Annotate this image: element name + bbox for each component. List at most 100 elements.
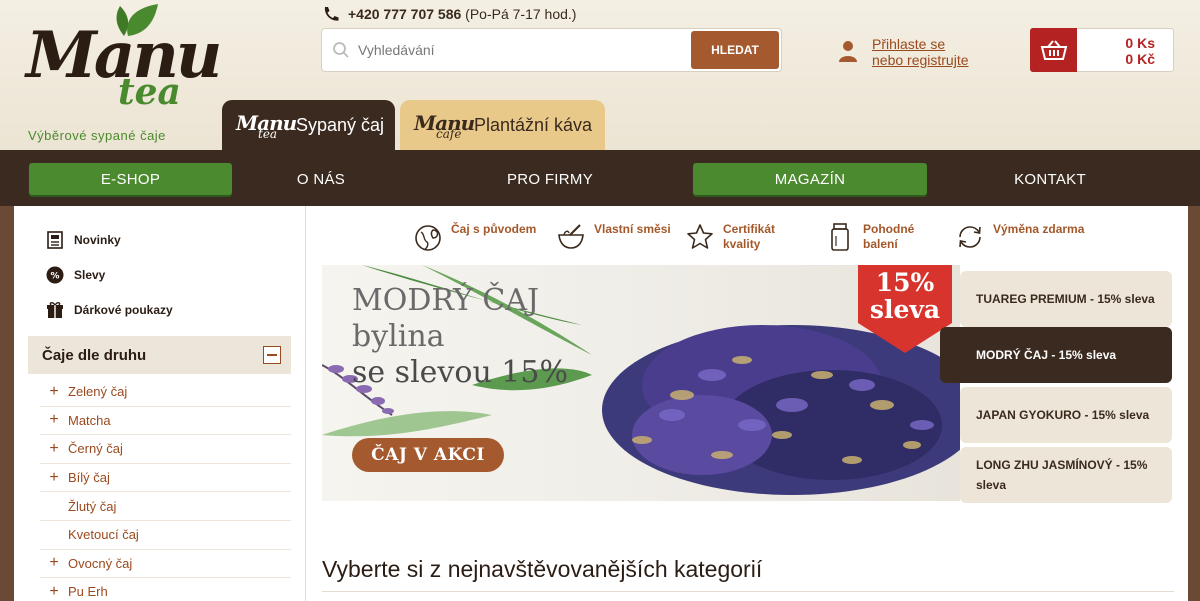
plus-icon[interactable]: + (46, 383, 62, 400)
tab-sypany-caj[interactable]: Manu tea Sypaný čaj (222, 100, 395, 150)
section-divider (322, 591, 1174, 592)
collapse-icon[interactable] (263, 346, 281, 364)
category-item-matcha[interactable]: + Matcha (40, 407, 291, 436)
section-title: Vyberte si z nejnavštěvovanějších katego… (322, 556, 763, 582)
logo-tagline: Výběrové sypané čaje (28, 128, 166, 143)
feature-label: Čaj s původem (451, 222, 537, 236)
quick-link-label: Dárkové poukazy (74, 303, 173, 317)
tab-logo-sub: cafe (436, 127, 462, 141)
category-label: Bílý čaj (68, 470, 110, 486)
category-list: + Zelený čaj + Matcha + Černý čaj + Bílý čaj… (40, 378, 291, 601)
cart-icon-box (1030, 28, 1077, 72)
feature-vlastni-smesi: Vlastní směsi (556, 222, 671, 252)
banner-title: MODRÝ ČAJ bylina se slevou 15% (352, 283, 568, 391)
tab-label: Sypaný čaj (296, 114, 385, 135)
exchange-icon (959, 226, 981, 248)
phone-contact: +420 777 707 586 (Po-Pá 7-17 hod.) (322, 6, 576, 22)
search-box: HLEDAT (321, 28, 782, 72)
plus-icon[interactable]: + (46, 440, 62, 457)
feature-vymena-zdarma: Výměna zdarma (955, 222, 1084, 252)
category-item-zluty[interactable]: Žlutý čaj (40, 492, 291, 521)
slider-tab-modry-caj[interactable]: MODRÝ ČAJ - 15% sleva (940, 327, 1172, 383)
banner-cta-button[interactable]: ČAJ V AKCI (352, 438, 504, 472)
quick-link-novinky[interactable]: Novinky (46, 231, 121, 249)
feature-pohodne-baleni: Pohodné balení (825, 222, 914, 252)
site-logo[interactable]: Manu tea Výběrové sypané čaje (22, 2, 222, 144)
category-item-ovocny[interactable]: + Ovocný čaj (40, 550, 291, 579)
plus-icon[interactable]: + (46, 469, 62, 486)
badge-line2: sleva (869, 295, 941, 324)
tab-plantazni-kava[interactable]: Manu cafe Plantážní káva (400, 100, 605, 150)
badge-line1: 15% (875, 268, 935, 297)
plus-icon[interactable]: + (46, 555, 62, 571)
newspaper-icon (46, 231, 64, 249)
feature-certifikat-kvality: Certifikát kvality (685, 222, 775, 252)
phone-hours: (Po-Pá 7-17 hod.) (465, 6, 577, 22)
banner-title-line1: MODRÝ ČAJ (352, 283, 540, 318)
category-header[interactable]: Čaje dle druhu (28, 336, 291, 374)
discount-icon: % (46, 266, 64, 284)
category-item-kvetouci[interactable]: Kvetoucí čaj (40, 521, 291, 550)
background-left (0, 206, 14, 601)
category-label: Černý čaj (68, 441, 123, 457)
banner-title-line3: se slevou 15% (352, 355, 568, 390)
phone-icon (324, 7, 339, 21)
star-icon (687, 224, 713, 249)
category-item-cerny[interactable]: + Černý čaj (40, 435, 291, 464)
slider-tab-japan-gyokuro[interactable]: JAPAN GYOKURO - 15% sleva (960, 387, 1172, 443)
quick-link-label: Novinky (74, 233, 121, 247)
tab-logo-tea: Manu tea (232, 103, 297, 147)
login-link[interactable]: Přihlaste se (872, 36, 969, 52)
banner-title-line2: bylina (352, 319, 445, 354)
plus-icon[interactable]: + (46, 583, 62, 600)
tab-label: Plantážní káva (474, 114, 593, 135)
register-link[interactable]: nebo registrujte (872, 52, 969, 68)
nav-kontakt[interactable]: KONTAKT (960, 163, 1140, 195)
search-button[interactable]: HLEDAT (691, 31, 779, 69)
feature-label: Výměna zdarma (993, 222, 1085, 236)
category-label: Ovocný čaj (68, 555, 133, 571)
main-nav: E-SHOP O NÁS PRO FIRMY MAGAZÍN KONTAKT (0, 150, 1200, 206)
tab-logo-sub: tea (258, 127, 278, 141)
nav-o-nas[interactable]: O NÁS (241, 163, 401, 195)
feature-label: Vlastní směsi (594, 222, 671, 236)
slider-tabs: TUAREG PREMIUM - 15% sleva MODRÝ ČAJ - 1… (940, 265, 1174, 503)
category-label: Kvetoucí čaj (68, 527, 139, 543)
slider-tab-tuareg[interactable]: TUAREG PREMIUM - 15% sleva (960, 271, 1172, 327)
quick-link-darkove-poukazy[interactable]: Dárkové poukazy (46, 301, 173, 319)
promo-banner[interactable]: MODRÝ ČAJ bylina se slevou 15% ČAJ V AKC… (322, 265, 960, 501)
user-icon (839, 41, 857, 62)
feature-caj-s-puvodem: Čaj s původem (413, 222, 536, 252)
cart-quantity: 0 Ks (1125, 35, 1155, 51)
category-label: Zelený čaj (68, 384, 128, 400)
discount-badge-text: 15% sleva (858, 269, 952, 323)
category-label: Žlutý čaj (68, 498, 117, 514)
nav-eshop[interactable]: E-SHOP (29, 163, 232, 195)
mortar-icon (558, 224, 584, 249)
nav-pro-firmy[interactable]: PRO FIRMY (460, 163, 640, 195)
search-icon (333, 42, 349, 58)
category-item-bily[interactable]: + Bílý čaj (40, 464, 291, 493)
phone-number: +420 777 707 586 (348, 6, 462, 22)
cart-total: 0 Kč (1125, 51, 1155, 67)
logo-sub-text: tea (118, 71, 181, 113)
feature-label-2: balení (863, 237, 898, 251)
feature-label: Certifikát (723, 222, 776, 236)
tab-logo-cafe: Manu cafe (410, 103, 475, 147)
globe-leaf-icon (415, 225, 441, 251)
background-right (1188, 206, 1200, 601)
basket-icon (1040, 40, 1067, 60)
nav-magazin[interactable]: MAGAZÍN (693, 163, 927, 195)
quick-link-slevy[interactable]: % Slevy (46, 266, 105, 284)
category-item-pu-erh[interactable]: + Pu Erh (40, 578, 291, 601)
search-input[interactable] (358, 39, 688, 61)
package-icon (831, 223, 849, 251)
plus-icon[interactable]: + (46, 412, 62, 428)
cart-widget[interactable]: 0 Ks 0 Kč (1030, 28, 1174, 72)
slider-tab-long-zhu[interactable]: LONG ZHU JASMÍNOVÝ - 15% sleva (960, 447, 1172, 503)
category-item-zeleny[interactable]: + Zelený čaj (40, 378, 291, 407)
feature-label-2: kvality (723, 237, 761, 251)
category-title: Čaje dle druhu (42, 346, 147, 364)
login-block: Přihlaste se nebo registrujte (838, 36, 969, 68)
discount-icon-text: % (50, 272, 59, 282)
